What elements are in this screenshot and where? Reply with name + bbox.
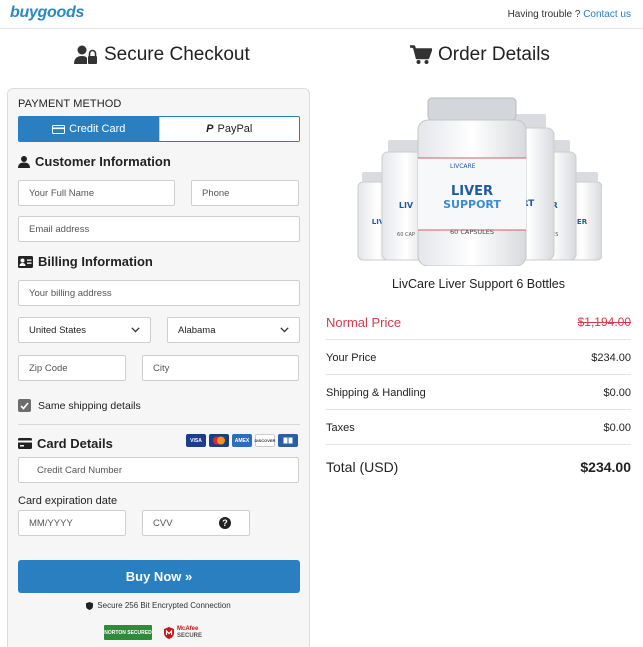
country-value: United States <box>29 324 87 336</box>
expiry-field[interactable]: MM/YYYY <box>18 510 126 536</box>
secure-note-text: Secure 256 Bit Encrypted Connection <box>97 601 231 610</box>
checkout-form-panel: PAYMENT METHOD Credit Card P PayPal Cust… <box>7 88 310 647</box>
diners-icon <box>278 434 298 447</box>
tab-credit-card-label: Credit Card <box>69 123 126 135</box>
cvv-field[interactable]: CVV ? <box>142 510 250 536</box>
same-shipping-label: Same shipping details <box>38 399 141 412</box>
state-value: Alabama <box>178 324 216 336</box>
bottle-front: LIVCARE LIVER SUPPORT 60 CAPSULES <box>417 97 527 267</box>
mcafee-line2: SECURE <box>177 632 203 639</box>
chevron-down-icon <box>280 327 289 333</box>
mcafee-secure-badge: McAfee SECURE <box>164 626 202 640</box>
normal-price-label: Normal Price <box>326 315 402 330</box>
same-shipping-row: Same shipping details <box>18 399 141 412</box>
mastercard-icon <box>209 434 229 447</box>
billing-info-title: Billing Information <box>38 254 153 269</box>
checkmark-icon <box>20 401 29 410</box>
question-circle-icon[interactable]: ? <box>219 517 231 529</box>
mcafee-shield-icon <box>164 626 174 639</box>
row-divider <box>326 339 631 340</box>
product-line1: LIVER <box>451 184 493 199</box>
amex-icon: AMEX <box>232 434 252 447</box>
your-price-row: Your Price $234.00 <box>326 352 631 364</box>
tab-paypal-label: PayPal <box>217 123 253 135</box>
product-brand: LIVCARE <box>450 163 476 170</box>
row-divider <box>326 444 631 445</box>
total-row: Total (USD) $234.00 <box>326 459 631 475</box>
shopping-cart-icon <box>410 45 432 64</box>
shipping-row: Shipping & Handling $0.00 <box>326 387 631 399</box>
shield-icon <box>86 601 94 610</box>
top-bar: buygoods Having trouble ? Contact us <box>0 0 643 29</box>
svg-text:60 CAP: 60 CAP <box>397 232 415 238</box>
full-name-field[interactable]: Your Full Name <box>18 180 175 206</box>
paypal-icon: P <box>206 123 214 135</box>
taxes-row: Taxes $0.00 <box>326 422 631 434</box>
contact-us-link[interactable]: Contact us <box>583 9 631 20</box>
buygoods-logo[interactable]: buygoods <box>10 4 84 22</box>
card-details-heading: Card Details <box>18 436 113 451</box>
cvv-placeholder: CVV <box>153 517 173 529</box>
billing-address-field[interactable]: Your billing address <box>18 280 300 306</box>
total-label: Total (USD) <box>326 459 399 475</box>
your-price-value: $234.00 <box>591 352 631 364</box>
customer-info-title: Customer Information <box>35 154 171 169</box>
country-select[interactable]: United States <box>18 317 151 343</box>
product-image: LIV ER LIV 60 CAP ER ULES RT <box>356 96 603 267</box>
shipping-label: Shipping & Handling <box>326 387 426 399</box>
your-price-label: Your Price <box>326 352 377 364</box>
taxes-label: Taxes <box>326 422 355 434</box>
svg-text:ER: ER <box>577 218 588 226</box>
product-line2: SUPPORT <box>443 198 501 211</box>
secure-connection-note: Secure 256 Bit Encrypted Connection <box>8 601 309 610</box>
svg-text:LIV: LIV <box>399 201 414 210</box>
order-title: Order Details <box>438 44 550 65</box>
expiration-label: Card expiration date <box>18 495 118 507</box>
normal-price-value: $1,194.00 <box>577 315 631 329</box>
divider <box>18 424 300 425</box>
product-capsules: 60 CAPSULES <box>450 228 494 236</box>
card-number-field[interactable]: Credit Card Number <box>18 457 299 483</box>
normal-price-row: Normal Price $1,194.00 <box>326 315 631 330</box>
row-divider <box>326 409 631 410</box>
same-shipping-checkbox[interactable] <box>18 399 31 412</box>
tab-paypal[interactable]: P PayPal <box>158 117 299 141</box>
total-value: $234.00 <box>580 459 631 475</box>
billing-info-heading: Billing Information <box>18 254 153 269</box>
customer-info-heading: Customer Information <box>18 154 171 169</box>
state-select[interactable]: Alabama <box>167 317 300 343</box>
credit-card-icon <box>52 124 66 134</box>
security-badges: NORTON SECURED McAfee SECURE <box>104 625 202 640</box>
city-field[interactable]: City <box>142 355 299 381</box>
chevron-down-icon <box>131 327 140 333</box>
row-divider <box>326 374 631 375</box>
discover-icon: DISCOVER <box>255 434 275 447</box>
taxes-value: $0.00 <box>603 422 631 434</box>
phone-field[interactable]: Phone <box>191 180 299 206</box>
checkout-title: Secure Checkout <box>104 44 250 65</box>
accepted-cards: VISA AMEX DISCOVER <box>186 434 298 447</box>
mcafee-line1: McAfee <box>177 625 199 632</box>
zip-code-field[interactable]: Zip Code <box>18 355 126 381</box>
payment-method-label: PAYMENT METHOD <box>18 98 122 110</box>
order-details-heading: Order Details <box>410 44 550 66</box>
tab-credit-card[interactable]: Credit Card <box>19 117 159 141</box>
email-field[interactable]: Email address <box>18 216 300 242</box>
secure-checkout-heading: Secure Checkout <box>74 44 250 66</box>
product-name: LivCare Liver Support 6 Bottles <box>391 277 565 291</box>
id-card-icon <box>18 255 33 268</box>
visa-icon: VISA <box>186 434 206 447</box>
norton-secured-badge: NORTON SECURED <box>104 625 152 640</box>
user-icon <box>18 155 30 168</box>
shipping-value: $0.00 <box>603 387 631 399</box>
trouble-label: Having trouble ? <box>507 9 581 20</box>
help-text: Having trouble ? Contact us <box>508 9 631 20</box>
user-lock-icon <box>74 45 97 64</box>
payment-method-tabs: Credit Card P PayPal <box>18 116 300 142</box>
buy-now-button[interactable]: Buy Now » <box>18 560 300 593</box>
card-details-title: Card Details <box>37 436 113 451</box>
credit-card-icon <box>18 438 32 449</box>
